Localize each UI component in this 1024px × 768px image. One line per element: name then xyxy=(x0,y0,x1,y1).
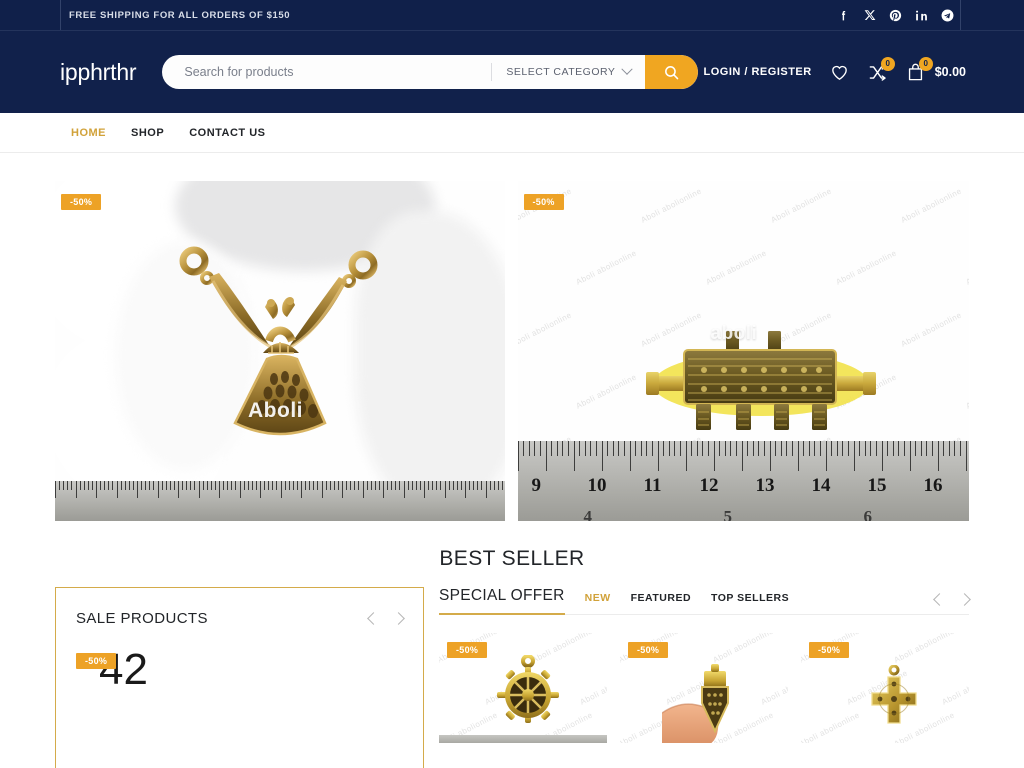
cart-button[interactable]: 0 $0.00 xyxy=(905,56,966,83)
category-select-label: SELECT CATEGORY xyxy=(506,66,616,78)
nav-item-home[interactable]: HOME xyxy=(71,127,106,139)
special-offer-products: Aboli abolionline Aboli abolionline Aboli … xyxy=(439,633,969,743)
ruler-number-lower: 6 xyxy=(863,507,873,521)
sale-item-badge: -50% xyxy=(76,653,117,669)
search-input[interactable] xyxy=(162,65,492,79)
ruler-number: 16 xyxy=(923,475,943,496)
best-seller-heading: BEST SELLER xyxy=(439,547,585,570)
telegram-icon[interactable] xyxy=(941,9,954,22)
offer-prev-arrow-icon[interactable] xyxy=(933,593,946,606)
ruler-number-lower: 5 xyxy=(723,507,733,521)
ruler-number: 13 xyxy=(755,475,775,496)
product-card-3[interactable]: Aboli abolionline Aboli abolionline Aboli … xyxy=(801,633,969,743)
banner-watermark-1: Aboli xyxy=(248,399,303,422)
ruler-number: 15 xyxy=(867,475,887,496)
product-image-3 xyxy=(871,665,917,724)
category-select[interactable]: SELECT CATEGORY xyxy=(492,55,645,89)
product-image-1 xyxy=(497,655,559,723)
search-button[interactable] xyxy=(645,55,699,89)
sale-next-arrow-icon[interactable] xyxy=(392,612,405,625)
product-badge-1: -50% xyxy=(447,642,488,658)
announcement-divider-left xyxy=(60,0,61,30)
announcement-divider-right xyxy=(960,0,961,30)
lower-section: SALE PRODUCTS -50% 42 SPECIAL OFFER NEW … xyxy=(0,571,1024,768)
offer-next-arrow-icon[interactable] xyxy=(958,593,971,606)
tile-watermark: Aboli abolionline xyxy=(801,710,862,743)
linkedin-icon[interactable] xyxy=(915,9,928,22)
cart-count-badge: 0 xyxy=(918,56,933,71)
special-offer-header: SPECIAL OFFER NEW FEATURED TOP SELLERS xyxy=(439,587,971,615)
ruler-number: 9 xyxy=(531,475,542,496)
chevron-down-icon xyxy=(621,63,634,75)
tile-watermark: Aboli abolionline xyxy=(578,668,607,707)
site-header: ipphrthr SELECT CATEGORY LOGIN / REGISTE… xyxy=(0,31,1024,113)
banner-watermark-2: aboli xyxy=(710,323,758,344)
wishlist-button[interactable] xyxy=(829,62,850,83)
cart-total: $0.00 xyxy=(934,65,966,79)
special-offer-title: SPECIAL OFFER xyxy=(439,587,565,615)
announcement-text: FREE SHIPPING FOR ALL ORDERS OF $150 xyxy=(69,9,291,21)
main-navigation: HOME SHOP CONTACT US xyxy=(0,113,1024,153)
tab-new[interactable]: NEW xyxy=(585,592,611,606)
site-logo[interactable]: ipphrthr xyxy=(60,59,137,86)
banner-sale-badge-1: -50% xyxy=(61,194,102,210)
special-offer-panel: SPECIAL OFFER NEW FEATURED TOP SELLERS A… xyxy=(439,587,971,743)
banner-image-1: Aboli xyxy=(55,181,505,521)
search-bar: SELECT CATEGORY xyxy=(162,55,699,89)
sale-products-panel: SALE PRODUCTS -50% 42 xyxy=(55,587,424,768)
announcement-bar: FREE SHIPPING FOR ALL ORDERS OF $150 xyxy=(0,0,1024,31)
header-actions: LOGIN / REGISTER 0 0 $0.00 xyxy=(703,31,966,113)
compare-button[interactable]: 0 xyxy=(867,56,895,83)
pendant-graphic-1 xyxy=(179,246,378,436)
tile-watermark: Aboli abolionline xyxy=(711,633,776,665)
banner-ruler-2: 9 10 11 12 13 14 15 16 4 5 6 xyxy=(517,441,969,521)
shopping-bag-icon: 0 xyxy=(905,56,933,83)
tab-featured[interactable]: FEATURED xyxy=(631,592,691,606)
product-card-2[interactable]: Aboli abolionline Aboli abolionline Aboli … xyxy=(620,633,788,743)
sale-prev-arrow-icon[interactable] xyxy=(367,612,380,625)
banner-card-2[interactable]: Aboli abolionlineAboli abolionlineAboli … xyxy=(517,181,969,521)
banner-sale-badge-2: -50% xyxy=(523,194,564,210)
sale-product-item[interactable]: -50% 42 xyxy=(76,645,403,768)
nav-item-shop[interactable]: SHOP xyxy=(131,127,164,139)
special-offer-arrows xyxy=(933,593,971,606)
pinterest-icon[interactable] xyxy=(889,9,902,22)
social-links xyxy=(837,0,954,30)
compare-count-badge: 0 xyxy=(880,56,895,71)
product-badge-3: -50% xyxy=(809,642,850,658)
product-badge-2: -50% xyxy=(628,642,669,658)
sale-products-title: SALE PRODUCTS xyxy=(76,610,208,627)
tile-watermark: Aboli abolionline xyxy=(759,668,788,707)
ruler-number: 11 xyxy=(643,475,662,496)
banner-card-1[interactable]: Aboli -50% xyxy=(55,181,505,521)
banner-ruler-1 xyxy=(55,481,505,521)
product-image-2 xyxy=(662,664,729,743)
pendant-graphic-2 xyxy=(645,331,876,430)
tab-top-sellers[interactable]: TOP SELLERS xyxy=(711,592,789,606)
ruler-number: 14 xyxy=(811,475,831,496)
tile-watermark: Aboli abolionline xyxy=(940,668,969,707)
nav-item-contact-us[interactable]: CONTACT US xyxy=(189,127,265,139)
product-card-1[interactable]: Aboli abolionlineAboli abolionlineAboli … xyxy=(439,633,607,743)
facebook-icon[interactable] xyxy=(837,9,850,22)
banner-image-2: Aboli abolionlineAboli abolionlineAboli … xyxy=(517,181,969,521)
sale-products-arrows xyxy=(367,612,405,625)
sale-products-header: SALE PRODUCTS xyxy=(76,610,405,627)
ruler-number: 12 xyxy=(699,475,719,496)
tile-watermark: Aboli abolionline xyxy=(892,633,957,665)
ruler-number-lower: 4 xyxy=(583,507,593,521)
x-twitter-icon[interactable] xyxy=(863,9,876,22)
login-register-link[interactable]: LOGIN / REGISTER xyxy=(703,66,811,78)
ruler-number: 10 xyxy=(587,475,607,496)
banner-row: Aboli -50% Aboli abolionlineAboli abolio… xyxy=(0,153,1024,521)
